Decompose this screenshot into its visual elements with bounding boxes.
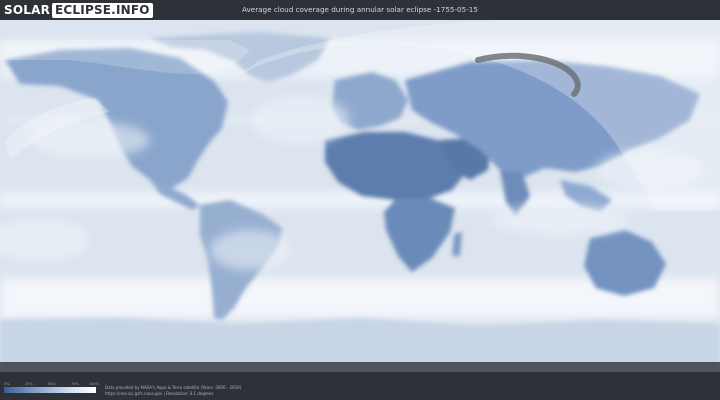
footer: 0% 25% 50% 75% 100% Data provided by NAS… <box>0 372 720 400</box>
credit-line-url[interactable]: https://neo.sci.gsfc.nasa.gov | Resoluti… <box>105 391 241 397</box>
legend-tick-25: 25% <box>25 382 33 386</box>
legend-tick-75: 75% <box>71 382 79 386</box>
world-map <box>0 20 720 372</box>
cloud-coverage-map <box>0 20 720 372</box>
data-credit: Data provided by NASA's Aqua & Terra sat… <box>105 385 241 396</box>
legend-tick-0: 0% <box>4 382 10 386</box>
page-title: Average cloud coverage during annular so… <box>242 5 478 14</box>
legend-color-scale <box>4 387 96 393</box>
legend-tick-50: 50% <box>48 382 56 386</box>
map-bottom-shade <box>0 362 720 372</box>
top-bar: SOLAR ECLIPSE.INFO Average cloud coverag… <box>0 0 720 20</box>
legend-tick-100: 100% <box>89 382 99 386</box>
credit-line-source: Data provided by NASA's Aqua & Terra sat… <box>105 385 242 390</box>
